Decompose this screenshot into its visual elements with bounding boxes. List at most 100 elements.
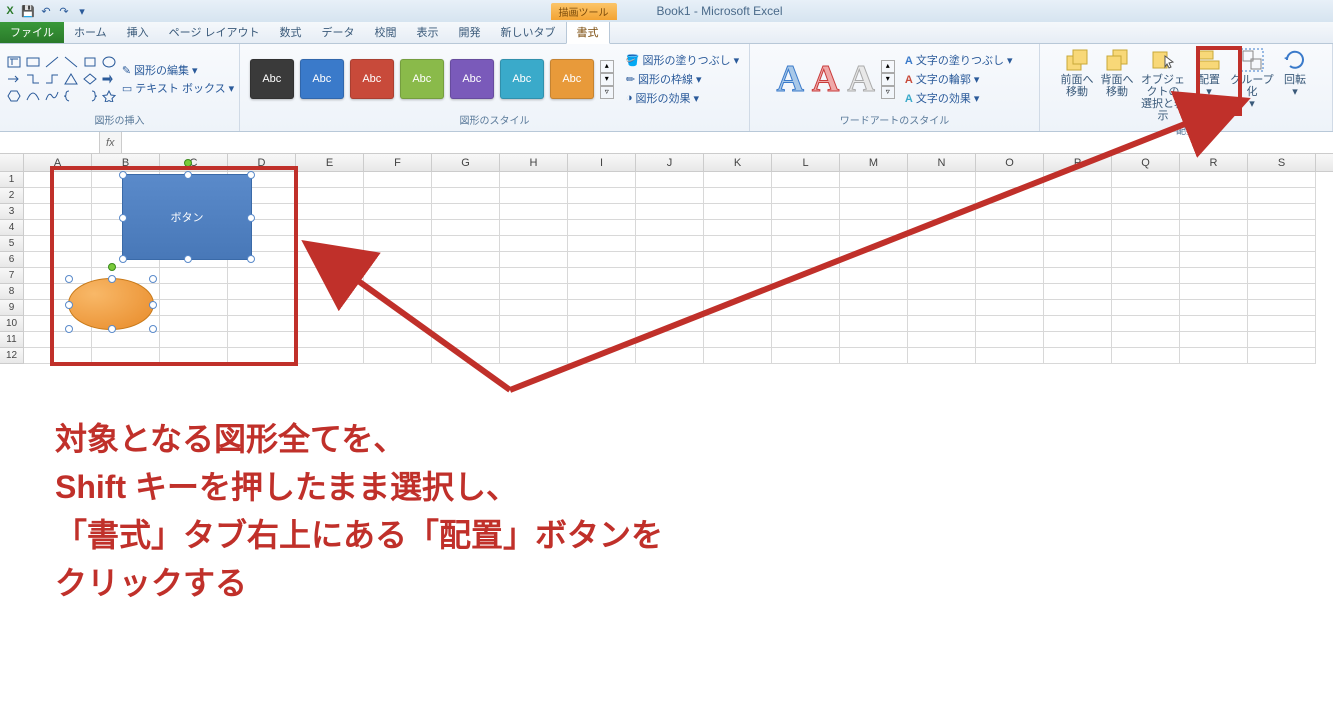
cell[interactable] [1180,220,1248,236]
gallery-more-icon[interactable]: ▿ [600,86,614,99]
cell[interactable] [908,172,976,188]
cell[interactable] [432,236,500,252]
cell[interactable] [636,204,704,220]
shape-elbow2-icon[interactable] [43,71,61,87]
style-swatch-6[interactable]: Abc [500,59,544,99]
cell[interactable] [228,348,296,364]
cell[interactable] [296,252,364,268]
cell[interactable] [296,236,364,252]
redo-icon[interactable]: ↷ [56,3,72,19]
cell[interactable] [24,252,92,268]
fx-icon[interactable]: fx [100,137,121,149]
cell[interactable] [704,252,772,268]
col-header[interactable]: B [92,154,160,171]
cell[interactable] [976,172,1044,188]
style-swatch-1[interactable]: Abc [250,59,294,99]
cell[interactable] [1112,236,1180,252]
shape-rect-icon[interactable] [24,54,42,70]
cell[interactable] [568,268,636,284]
style-swatch-5[interactable]: Abc [450,59,494,99]
row-header[interactable]: 10 [0,316,24,332]
shape-fill-button[interactable]: 🪣図形の塗りつぶし ▾ [626,52,739,68]
cell[interactable] [636,236,704,252]
selection-handle[interactable] [184,171,192,179]
cell[interactable] [568,220,636,236]
cell[interactable] [1044,236,1112,252]
cell[interactable] [1180,316,1248,332]
style-swatch-4[interactable]: Abc [400,59,444,99]
shape-line2-icon[interactable] [62,54,80,70]
shape-brace-icon[interactable] [62,88,80,104]
cell[interactable] [432,332,500,348]
selection-handle[interactable] [65,301,73,309]
shape-arrow2-icon[interactable] [100,71,118,87]
shape-freeform-icon[interactable] [43,88,61,104]
cell[interactable] [500,284,568,300]
cell[interactable] [500,316,568,332]
cell[interactable] [772,236,840,252]
cell[interactable] [840,236,908,252]
cell[interactable] [704,332,772,348]
shape-rect2-icon[interactable] [81,54,99,70]
cell[interactable] [636,172,704,188]
col-header[interactable]: C [160,154,228,171]
selection-handle[interactable] [108,325,116,333]
rotate-button[interactable]: 回転▾ [1276,46,1314,98]
cell[interactable] [364,252,432,268]
wordart-style-1[interactable]: A [776,57,803,101]
save-icon[interactable]: 💾 [20,3,36,19]
cell[interactable] [1112,252,1180,268]
cell[interactable] [840,204,908,220]
edit-shape-button[interactable]: ✎図形の編集 ▾ [122,62,234,78]
cell[interactable] [908,220,976,236]
cell[interactable] [704,220,772,236]
cell[interactable] [24,188,92,204]
cell[interactable] [908,236,976,252]
cell[interactable] [92,332,160,348]
cell[interactable] [1044,332,1112,348]
row-header[interactable]: 1 [0,172,24,188]
col-header[interactable]: O [976,154,1044,171]
cell[interactable] [1248,236,1316,252]
row-header[interactable]: 3 [0,204,24,220]
cell[interactable] [704,284,772,300]
col-header[interactable]: Q [1112,154,1180,171]
cell[interactable] [976,332,1044,348]
shape-star-icon[interactable] [100,88,118,104]
cell[interactable] [976,252,1044,268]
group-button[interactable]: グループ化▾ [1230,46,1274,110]
style-swatch-7[interactable]: Abc [550,59,594,99]
cell[interactable] [364,204,432,220]
cell[interactable] [772,300,840,316]
cell[interactable] [1248,172,1316,188]
cell[interactable] [772,220,840,236]
row-header[interactable]: 5 [0,236,24,252]
cell[interactable] [1180,252,1248,268]
cell[interactable] [976,348,1044,364]
cell[interactable] [1180,188,1248,204]
cell[interactable] [160,268,228,284]
col-header[interactable]: A [24,154,92,171]
cell[interactable] [568,236,636,252]
col-header[interactable]: R [1180,154,1248,171]
cell[interactable] [364,300,432,316]
cell[interactable] [1180,300,1248,316]
col-header[interactable]: F [364,154,432,171]
cell[interactable] [1180,284,1248,300]
tab-pagelayout[interactable]: ページ レイアウト [159,21,270,43]
cell[interactable] [364,172,432,188]
cell[interactable] [364,220,432,236]
col-header[interactable]: D [228,154,296,171]
cell[interactable] [24,332,92,348]
cell[interactable] [908,252,976,268]
selection-pane-button[interactable]: オブジェクトの選択と表示 [1138,46,1188,122]
cell[interactable] [1248,268,1316,284]
cell[interactable] [1112,172,1180,188]
selection-handle[interactable] [119,171,127,179]
selection-handle[interactable] [149,325,157,333]
shape-elbow-icon[interactable] [24,71,42,87]
style-swatch-2[interactable]: Abc [300,59,344,99]
cell[interactable] [1248,252,1316,268]
cell[interactable] [432,316,500,332]
cell[interactable] [840,220,908,236]
